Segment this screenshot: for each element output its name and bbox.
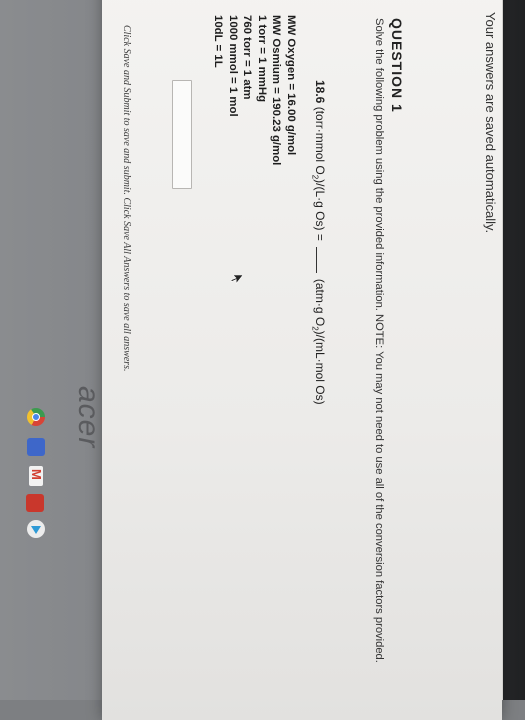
saved-notice: Your answers are saved automatically. — [483, 12, 498, 234]
gmail-icon[interactable] — [29, 466, 43, 486]
list-item: 1 torr = 1 mmHg — [256, 15, 268, 103]
list-item: 10dL = 1L — [212, 15, 225, 68]
problem-statement: 18.6 (torr·mmol O2)/(L·g Os) = (atm·g O2)… — [311, 80, 327, 405]
footer-note: Click Save and Submit to save and submit… — [121, 25, 132, 372]
list-item: MW Osmium = 190.23 g/mol — [270, 15, 283, 166]
list-item: MW Oxygen = 16.00 g/mol — [285, 15, 297, 156]
problem-value: 18.6 — [313, 80, 327, 104]
question-title: QUESTION 1 — [389, 18, 405, 113]
answer-blank — [316, 246, 317, 273]
rotated-page: Your answers are saved automatically. QU… — [0, 0, 525, 700]
chrome-icon[interactable] — [27, 408, 45, 426]
banner-divider — [502, 0, 503, 700]
problem-units-left: (torr·mmol O2)/(L·g Os) = — [310, 106, 327, 241]
answer-input[interactable] — [172, 80, 192, 189]
files-icon[interactable] — [27, 438, 45, 456]
play-store-icon[interactable] — [27, 520, 45, 538]
list-item: 760 torr = 1 atm — [241, 15, 254, 100]
problem-units-right: (atm·g O2)/(mL·mol Os) — [310, 278, 327, 405]
question-instructions: Solve the following problem using the pr… — [373, 18, 385, 663]
acer-logo: acer — [72, 386, 105, 449]
list-item: 1000 mmol = 1 mol — [227, 15, 239, 117]
conversion-factors-list: MW Oxygen = 16.00 g/mol MW Osmium = 190.… — [211, 15, 298, 165]
app-icon[interactable] — [26, 494, 44, 512]
mouse-cursor-icon — [231, 275, 243, 285]
